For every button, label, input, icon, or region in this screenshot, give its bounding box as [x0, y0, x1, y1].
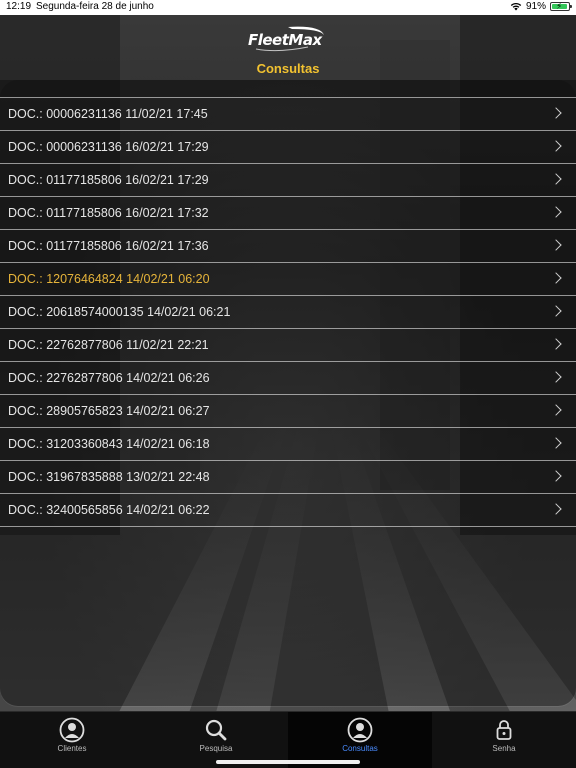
wifi-icon: [510, 2, 522, 11]
consulta-row[interactable]: DOC.: 28905765823 14/02/21 06:27: [0, 394, 576, 427]
charging-bolt-icon: ⚡: [556, 1, 563, 11]
page-title: Consultas: [256, 61, 320, 76]
chevron-right-icon: [550, 140, 562, 152]
consulta-row[interactable]: DOC.: 01177185806 16/02/21 17:36: [0, 229, 576, 262]
consulta-row[interactable]: DOC.: 22762877806 14/02/21 06:26: [0, 361, 576, 394]
consulta-label: DOC.: 12076464824 14/02/21 06:20: [8, 272, 210, 286]
logo-text: FleetMax: [248, 31, 322, 49]
consulta-label: DOC.: 00006231136 16/02/21 17:29: [8, 140, 209, 154]
consulta-label: DOC.: 01177185806 16/02/21 17:36: [8, 239, 209, 253]
chevron-right-icon: [550, 503, 562, 515]
consulta-row[interactable]: DOC.: 32400565856 14/02/21 06:22: [0, 493, 576, 527]
consulta-label: DOC.: 20618574000135 14/02/21 06:21: [8, 305, 231, 319]
status-right: 91% ⚡: [510, 1, 572, 12]
search-icon: [205, 719, 227, 741]
consulta-row[interactable]: DOC.: 12076464824 14/02/21 06:20: [0, 262, 576, 295]
consulta-label: DOC.: 32400565856 14/02/21 06:22: [8, 503, 210, 517]
consulta-row[interactable]: DOC.: 20618574000135 14/02/21 06:21: [0, 295, 576, 328]
consulta-row[interactable]: DOC.: 01177185806 16/02/21 17:32: [0, 196, 576, 229]
consulta-label: DOC.: 22762877806 11/02/21 22:21: [8, 338, 209, 352]
chevron-right-icon: [550, 239, 562, 251]
lock-icon: [496, 720, 512, 740]
consulta-row[interactable]: DOC.: 22762877806 11/02/21 22:21: [0, 328, 576, 361]
chevron-right-icon: [550, 107, 562, 119]
chevron-right-icon: [550, 173, 562, 185]
tab-label: Pesquisa: [199, 744, 233, 753]
consulta-row[interactable]: DOC.: 01177185806 16/02/21 17:29: [0, 163, 576, 196]
fleetmax-logo: FleetMax: [248, 25, 328, 53]
chevron-right-icon: [550, 272, 562, 284]
consulta-label: DOC.: 22762877806 14/02/21 06:26: [8, 371, 210, 385]
panel-top: [0, 80, 576, 98]
consulta-label: DOC.: 01177185806 16/02/21 17:29: [8, 173, 209, 187]
consulta-row[interactable]: DOC.: 31967835888 13/02/21 22:48: [0, 460, 576, 493]
chevron-right-icon: [550, 437, 562, 449]
consulta-label: DOC.: 01177185806 16/02/21 17:32: [8, 206, 209, 220]
status-date: Segunda-feira 28 de junho: [36, 1, 154, 12]
status-time: 12:19: [6, 1, 32, 12]
home-indicator: [216, 760, 360, 764]
header: FleetMax Consultas: [0, 15, 576, 80]
consulta-row[interactable]: DOC.: 00006231136 16/02/21 17:29: [0, 130, 576, 163]
consultas-list: DOC.: 00006231136 11/02/21 17:45 DOC.: 00…: [0, 97, 576, 527]
consulta-label: DOC.: 31967835888 13/02/21 22:48: [8, 470, 210, 484]
chevron-right-icon: [550, 305, 562, 317]
chevron-right-icon: [550, 371, 562, 383]
consulta-label: DOC.: 28905765823 14/02/21 06:27: [8, 404, 210, 418]
chevron-right-icon: [550, 206, 562, 218]
tab-clientes[interactable]: Clientes: [0, 712, 144, 768]
battery-percent: 91%: [525, 1, 546, 12]
chevron-right-icon: [550, 404, 562, 416]
consulta-row[interactable]: DOC.: 31203360843 14/02/21 06:18: [0, 427, 576, 460]
battery-icon: ⚡: [550, 1, 572, 11]
status-bar: 12:19 Segunda-feira 28 de junho 91% ⚡: [0, 0, 576, 15]
tab-senha[interactable]: Senha: [432, 712, 576, 768]
tab-label: Clientes: [57, 744, 87, 753]
tab-bar: Clientes Pesquisa Consultas Senha: [0, 711, 576, 768]
consulta-row[interactable]: DOC.: 00006231136 11/02/21 17:45: [0, 97, 576, 130]
person-circle-icon: [347, 717, 373, 743]
chevron-right-icon: [550, 338, 562, 350]
consultas-panel: DOC.: 00006231136 11/02/21 17:45 DOC.: 00…: [0, 80, 576, 706]
tab-label: Senha: [492, 744, 516, 753]
chevron-right-icon: [550, 470, 562, 482]
person-circle-icon: [59, 717, 85, 743]
consulta-label: DOC.: 31203360843 14/02/21 06:18: [8, 437, 210, 451]
tab-label: Consultas: [342, 744, 378, 753]
consulta-label: DOC.: 00006231136 11/02/21 17:45: [8, 107, 208, 121]
